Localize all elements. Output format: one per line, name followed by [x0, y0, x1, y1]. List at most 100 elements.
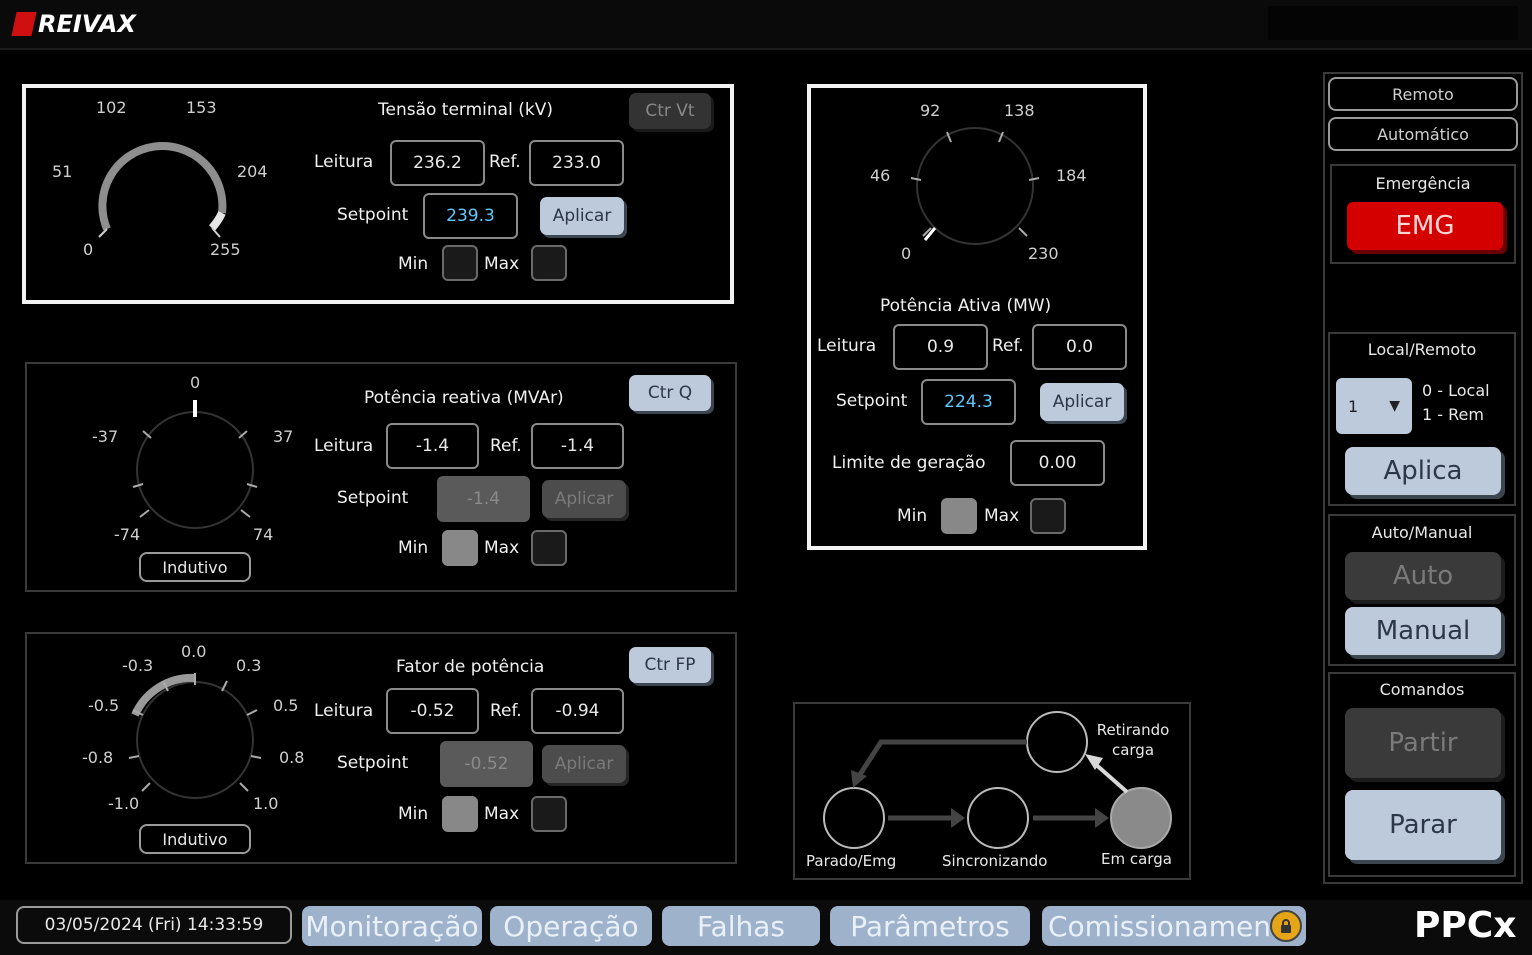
ativa-min-checkbox[interactable] [941, 498, 977, 534]
ativa-tick-46: 46 [870, 166, 891, 185]
ativa-max-checkbox[interactable] [1030, 498, 1066, 534]
fp-max-label: Max [484, 804, 520, 824]
tab-parametros[interactable]: Parâmetros [830, 906, 1030, 946]
ativa-max-label: Max [984, 506, 1020, 526]
tensao-aplicar-button[interactable]: Aplicar [540, 197, 624, 235]
product-logo: PPCx [1414, 905, 1517, 946]
fp-setpoint-input[interactable]: -0.52 [440, 741, 533, 787]
ativa-tick-138: 138 [1004, 101, 1035, 120]
ativa-setpoint-input[interactable]: 224.3 [921, 379, 1016, 425]
tensao-ref-label: Ref. [489, 152, 521, 172]
fp-title: Fator de potência [396, 657, 545, 677]
reativa-setpoint-input[interactable]: -1.4 [437, 476, 530, 522]
auto-button[interactable]: Auto [1345, 552, 1501, 600]
reativa-max-checkbox[interactable] [531, 530, 567, 566]
tensao-leitura-label: Leitura [314, 152, 374, 172]
datetime-display: 03/05/2024 (Fri) 14:33:59 [16, 906, 292, 944]
reativa-aplicar-button[interactable]: Aplicar [542, 480, 626, 518]
state-parado-circle [823, 787, 885, 849]
aplica-button[interactable]: Aplica [1345, 447, 1501, 495]
local-remoto-select-value: 1 [1348, 396, 1359, 416]
reativa-leitura-label: Leitura [314, 436, 374, 456]
reativa-mode-indicator: Indutivo [139, 552, 251, 582]
fp-gauge [128, 673, 262, 799]
fp-tick-neg0.8: -0.8 [82, 748, 114, 767]
limite-label: Limite de geração [832, 453, 986, 473]
ativa-setpoint-label: Setpoint [836, 391, 908, 411]
reivax-logo: REIVAX [11, 8, 136, 40]
tensao-gauge-value-arc [208, 211, 226, 231]
ativa-title: Potência Ativa (MW) [880, 296, 1052, 316]
reativa-max-label: Max [484, 538, 520, 558]
ativa-min-label: Min [897, 506, 928, 526]
automatico-button[interactable]: Automático [1328, 117, 1518, 151]
tensao-tick-0: 0 [83, 240, 94, 259]
fp-tick-0.8: 0.8 [279, 748, 305, 767]
ativa-tick-230: 230 [1028, 244, 1059, 263]
fp-max-checkbox[interactable] [531, 796, 567, 832]
tensao-ref-value: 233.0 [529, 140, 624, 186]
remoto-button[interactable]: Remoto [1328, 77, 1518, 111]
fp-tick-neg0.5: -0.5 [88, 696, 120, 715]
chevron-down-icon: ▼ [1389, 398, 1400, 414]
tensao-title: Tensão terminal (kV) [378, 100, 553, 120]
tensao-min-checkbox[interactable] [442, 245, 478, 281]
reativa-min-label: Min [398, 538, 429, 558]
ativa-tick-92: 92 [920, 101, 941, 120]
reativa-tick-0: 0 [190, 373, 201, 392]
ativa-gauge [910, 127, 1040, 245]
state-retirando-label: Retirando carga [1096, 721, 1170, 759]
tab-falhas[interactable]: Falhas [662, 906, 820, 946]
fp-setpoint-label: Setpoint [337, 753, 409, 773]
reativa-setpoint-label: Setpoint [337, 488, 409, 508]
tensao-setpoint-input[interactable]: 239.3 [423, 193, 518, 239]
fp-leitura-label: Leitura [314, 701, 374, 721]
fp-mode-indicator: Indutivo [139, 824, 251, 854]
fp-min-checkbox[interactable] [442, 796, 478, 832]
tensao-max-label: Max [484, 254, 520, 274]
ctr-vt-button[interactable]: Ctr Vt [629, 93, 711, 129]
reativa-tick-37: 37 [273, 427, 294, 446]
tab-operacao[interactable]: Operação [490, 906, 652, 946]
state-em-carga-label: Em carga [1101, 850, 1172, 868]
emg-button[interactable]: EMG [1347, 202, 1503, 250]
tensao-tick-51: 51 [52, 162, 73, 181]
reativa-ref-value: -1.4 [531, 423, 624, 469]
parar-button[interactable]: Parar [1345, 790, 1501, 860]
state-em-carga-circle [1110, 787, 1172, 849]
ativa-ref-value: 0.0 [1032, 324, 1127, 370]
reativa-tick-neg74: -74 [114, 525, 141, 544]
tensao-gauge [98, 142, 227, 238]
reativa-title: Potência reativa (MVAr) [364, 388, 564, 408]
manual-button[interactable]: Manual [1345, 607, 1501, 655]
tensao-tick-255: 255 [210, 240, 241, 259]
local-remoto-title: Local/Remoto [1367, 340, 1477, 359]
tensao-tick-102: 102 [96, 98, 127, 117]
reativa-tick-74: 74 [253, 525, 274, 544]
ctr-q-button[interactable]: Ctr Q [629, 375, 711, 411]
tensao-max-checkbox[interactable] [531, 245, 567, 281]
emergencia-title: Emergência [1375, 174, 1471, 193]
auto-manual-title: Auto/Manual [1371, 523, 1473, 542]
ativa-leitura-label: Leitura [817, 336, 877, 356]
tensao-tick-153: 153 [186, 98, 217, 117]
fp-tick-0.0: 0.0 [181, 642, 207, 661]
fp-tick-neg0.3: -0.3 [122, 656, 154, 675]
brand-name: REIVAX [38, 10, 136, 38]
tensao-tick-204: 204 [237, 162, 268, 181]
limite-value: 0.00 [1010, 440, 1105, 486]
fp-tick-0.3: 0.3 [236, 656, 262, 675]
fp-min-label: Min [398, 804, 429, 824]
ctr-fp-button[interactable]: Ctr FP [629, 647, 711, 683]
ativa-aplicar-button[interactable]: Aplicar [1040, 383, 1124, 421]
tensao-gauge-arc [98, 142, 227, 231]
tab-monitoracao[interactable]: Monitoração [302, 906, 482, 946]
legend-rem: 1 - Rem [1422, 405, 1484, 424]
local-remoto-select[interactable]: 1 ▼ [1336, 378, 1412, 434]
state-retirando-circle [1026, 711, 1088, 773]
tab-comissionamento[interactable]: Comissionamen [1042, 906, 1306, 946]
fp-aplicar-button[interactable]: Aplicar [542, 745, 626, 783]
partir-button[interactable]: Partir [1345, 708, 1501, 778]
reativa-min-checkbox[interactable] [442, 530, 478, 566]
logo-mark-icon [11, 12, 37, 36]
